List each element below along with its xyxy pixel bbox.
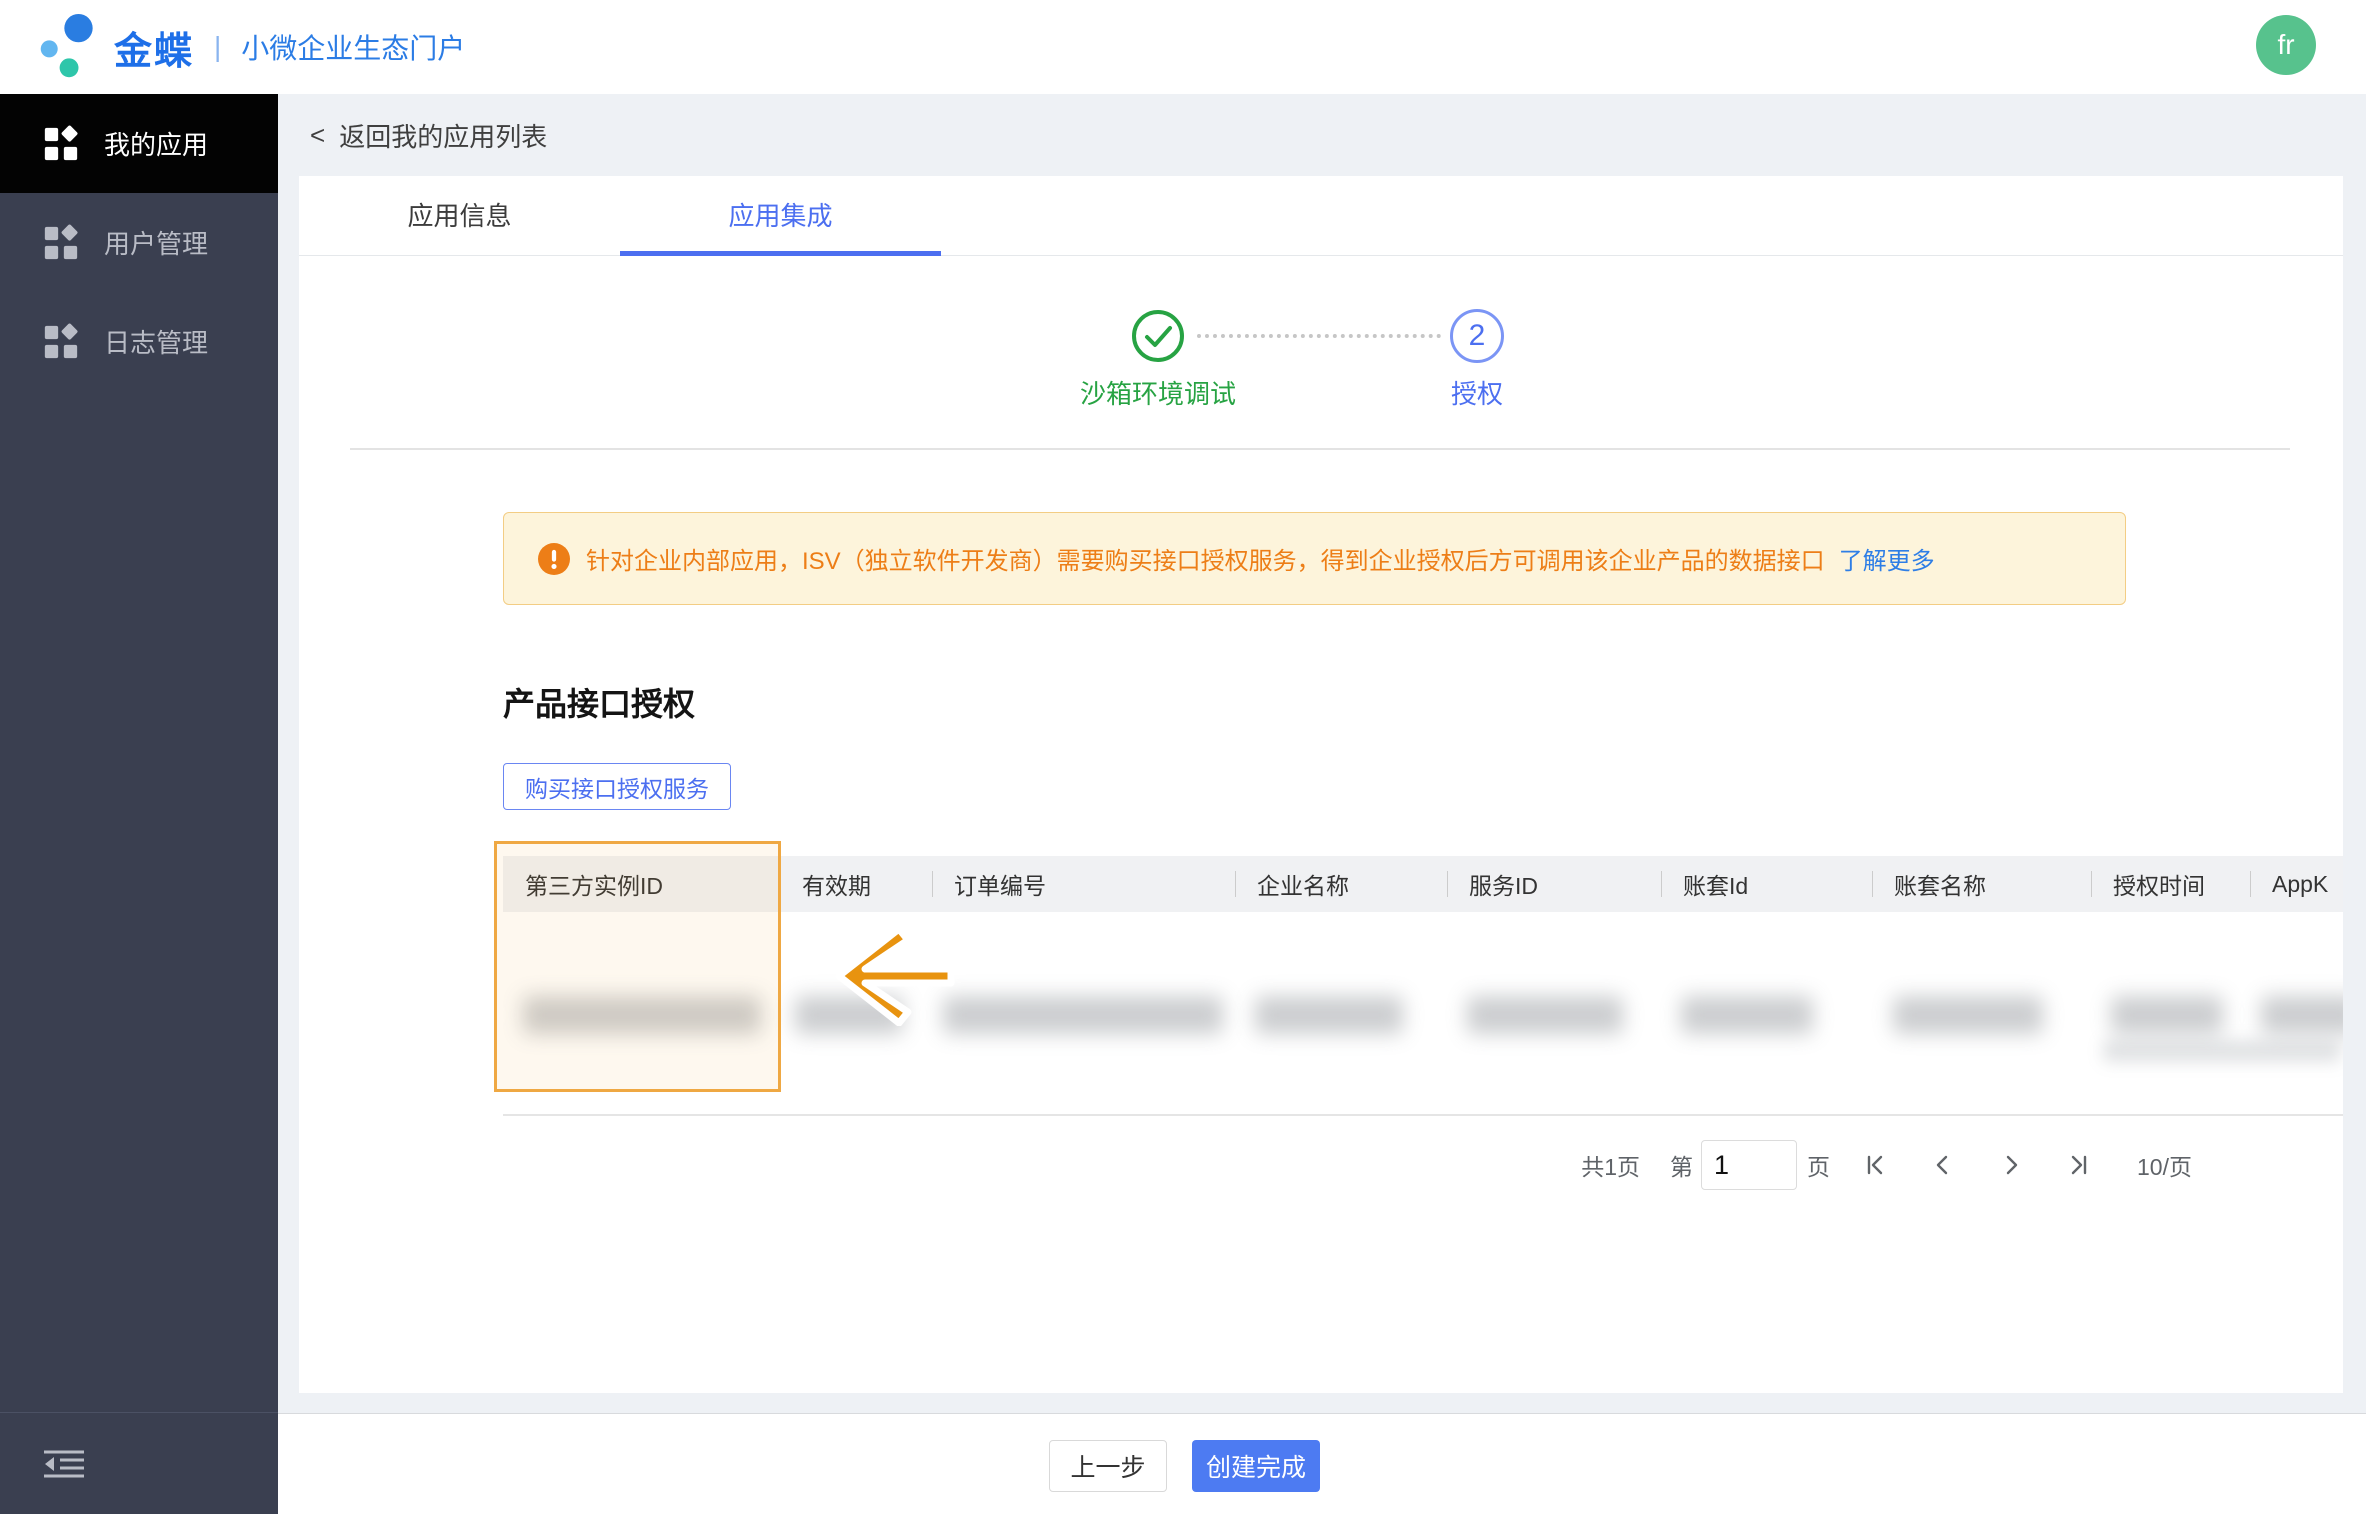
left-arrow-annotation-icon <box>829 921 959 1026</box>
sidebar-collapse-button[interactable] <box>0 1412 278 1514</box>
buy-authorization-button[interactable]: 购买接口授权服务 <box>503 763 731 810</box>
brand-name: 金蝶 <box>114 20 194 75</box>
app-header: 金蝶 | 小微企业生态门户 fr <box>0 0 2366 94</box>
back-chevron-icon: < <box>310 120 325 151</box>
redacted-cell <box>1893 996 2043 1034</box>
tab-app-info[interactable]: 应用信息 <box>299 176 620 255</box>
exclamation-icon <box>538 543 570 575</box>
step1-label: 沙箱环境调试 <box>1058 374 1258 411</box>
apps-icon <box>42 323 80 361</box>
prev-page-icon[interactable] <box>1930 1152 1956 1178</box>
page-title: 产品接口授权 <box>503 679 695 725</box>
redacted-cell <box>1467 996 1623 1034</box>
sidebar-item-label: 日志管理 <box>104 323 208 360</box>
sidebar-item-my-apps[interactable]: 我的应用 <box>0 94 278 193</box>
back-link[interactable]: < 返回我的应用列表 <box>278 94 547 176</box>
next-page-icon[interactable] <box>1998 1152 2024 1178</box>
sidebar: 我的应用 用户管理 日志管理 <box>0 94 278 1514</box>
redacted-cell <box>2261 996 2343 1034</box>
tab-bar: 应用信息 应用集成 <box>299 176 2343 256</box>
back-link-label: 返回我的应用列表 <box>339 117 547 154</box>
section-divider <box>350 448 2290 450</box>
redacted-cell <box>2103 1040 2341 1062</box>
previous-step-button[interactable]: 上一步 <box>1049 1440 1167 1492</box>
step1-check-icon <box>1131 309 1185 363</box>
redacted-cell <box>1255 996 1403 1034</box>
page-number-input[interactable] <box>1701 1140 1797 1190</box>
step2-label: 授权 <box>1377 374 1577 411</box>
redacted-cell <box>1681 996 1813 1034</box>
apps-icon <box>42 125 80 163</box>
brand-separator: | <box>214 31 221 63</box>
stepper-connector <box>1197 334 1441 338</box>
isv-notice-banner: 针对企业内部应用，ISV（独立软件开发商）需要购买接口授权服务，得到企业授权后方… <box>503 512 2126 605</box>
sidebar-item-label: 我的应用 <box>104 125 208 162</box>
page-prefix-label: 第 <box>1670 1148 1693 1182</box>
portal-title: 小微企业生态门户 <box>241 27 465 67</box>
page-suffix-label: 页 <box>1807 1148 1830 1182</box>
collapse-sidebar-icon <box>42 1449 86 1479</box>
highlighted-column-box <box>494 841 781 1092</box>
per-page-label: 10/页 <box>2137 1148 2192 1182</box>
col-account-set-id: 账套Id <box>1661 856 1872 912</box>
col-account-set-name: 账套名称 <box>1872 856 2091 912</box>
kingdee-dots-icon <box>36 7 104 87</box>
create-complete-button[interactable]: 创建完成 <box>1192 1440 1320 1492</box>
last-page-icon[interactable] <box>2066 1152 2092 1178</box>
footer-action-bar: 上一步 创建完成 <box>278 1413 2366 1514</box>
col-appkey: AppK <box>2250 856 2343 912</box>
col-auth-time: 授权时间 <box>2091 856 2250 912</box>
notice-text: 针对企业内部应用，ISV（独立软件开发商）需要购买接口授权服务，得到企业授权后方… <box>586 541 1825 576</box>
first-page-icon[interactable] <box>1862 1152 1888 1178</box>
redacted-cell <box>2111 996 2223 1034</box>
redacted-cell <box>943 996 1223 1034</box>
pagination: 共1页 第 页 <box>1581 1139 2192 1191</box>
sidebar-item-log-management[interactable]: 日志管理 <box>0 292 278 391</box>
content-panel: 应用信息 应用集成 沙箱环境调试 2 授权 针对企业内部应用，ISV（独 <box>299 176 2343 1393</box>
apps-icon <box>42 224 80 262</box>
sidebar-item-user-management[interactable]: 用户管理 <box>0 193 278 292</box>
col-validity-period: 有效期 <box>780 856 932 912</box>
user-avatar[interactable]: fr <box>2256 15 2316 75</box>
col-order-number: 订单编号 <box>932 856 1235 912</box>
logo[interactable]: 金蝶 | 小微企业生态门户 <box>36 6 465 88</box>
learn-more-link[interactable]: 了解更多 <box>1839 541 1935 576</box>
tab-app-integration[interactable]: 应用集成 <box>620 176 941 255</box>
col-company-name: 企业名称 <box>1235 856 1447 912</box>
col-service-id: 服务ID <box>1447 856 1661 912</box>
step2-circle: 2 <box>1450 309 1504 363</box>
sidebar-item-label: 用户管理 <box>104 224 208 261</box>
total-pages-label: 共1页 <box>1581 1148 1640 1182</box>
main-content: < 返回我的应用列表 应用信息 应用集成 沙箱环境调试 2 授权 <box>278 94 2366 1514</box>
